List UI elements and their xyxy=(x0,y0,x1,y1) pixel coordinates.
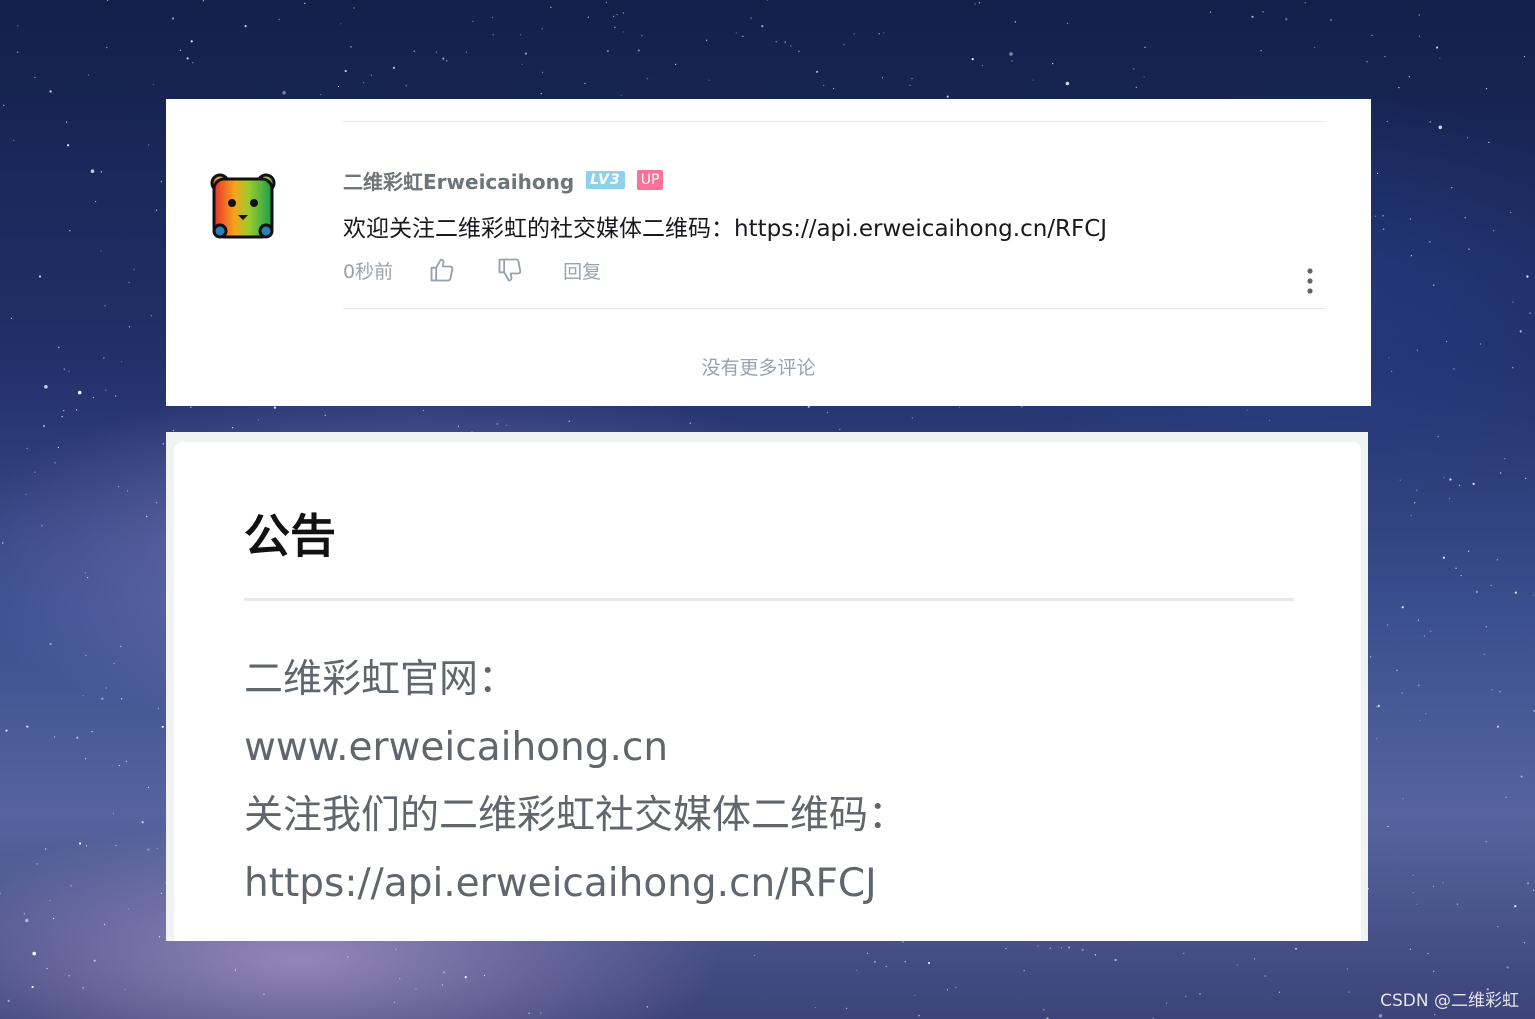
more-vertical-icon[interactable] xyxy=(1298,265,1322,297)
notice-content: 二维彩虹官网： www.erweicaihong.cn 关注我们的二维彩虹社交媒… xyxy=(244,646,907,918)
user-row: 二维彩虹Erweicaihong LV3 UP xyxy=(343,166,664,195)
avatar[interactable] xyxy=(210,173,276,243)
thumbs-up-icon[interactable] xyxy=(427,255,457,285)
divider xyxy=(343,308,1326,309)
notice-link[interactable]: https://api.erweicaihong.cn/RFCJ xyxy=(244,850,907,918)
divider xyxy=(343,121,1326,122)
thumbs-down-icon[interactable] xyxy=(495,255,525,285)
comment-text: 欢迎关注二维彩虹的社交媒体二维码：https://api.erweicaihon… xyxy=(343,216,1108,242)
notice-line: 二维彩虹官网： xyxy=(244,657,518,702)
comment-card: 二维彩虹Erweicaihong LV3 UP 欢迎关注二维彩虹的社交媒体二维码… xyxy=(166,99,1371,406)
no-more-comments: 没有更多评论 xyxy=(701,357,816,379)
comment-actions: 0秒前 回复 xyxy=(343,254,601,286)
rainbow-bear-icon xyxy=(210,173,276,239)
watermark: CSDN @二维彩虹 xyxy=(1380,991,1519,1011)
up-badge: UP xyxy=(636,170,664,190)
notice-card: 公告 二维彩虹官网： www.erweicaihong.cn 关注我们的二维彩虹… xyxy=(174,442,1361,941)
notice-panel: 公告 二维彩虹官网： www.erweicaihong.cn 关注我们的二维彩虹… xyxy=(166,432,1368,941)
comment-time: 0秒前 xyxy=(343,260,394,283)
notice-line: 关注我们的二维彩虹社交媒体二维码： xyxy=(244,793,908,838)
level-badge: LV3 xyxy=(586,171,625,189)
notice-title: 公告 xyxy=(244,509,336,563)
username[interactable]: 二维彩虹Erweicaihong xyxy=(343,166,574,195)
divider xyxy=(244,598,1294,601)
reply-button[interactable]: 回复 xyxy=(563,257,601,284)
notice-link[interactable]: www.erweicaihong.cn xyxy=(244,714,907,782)
